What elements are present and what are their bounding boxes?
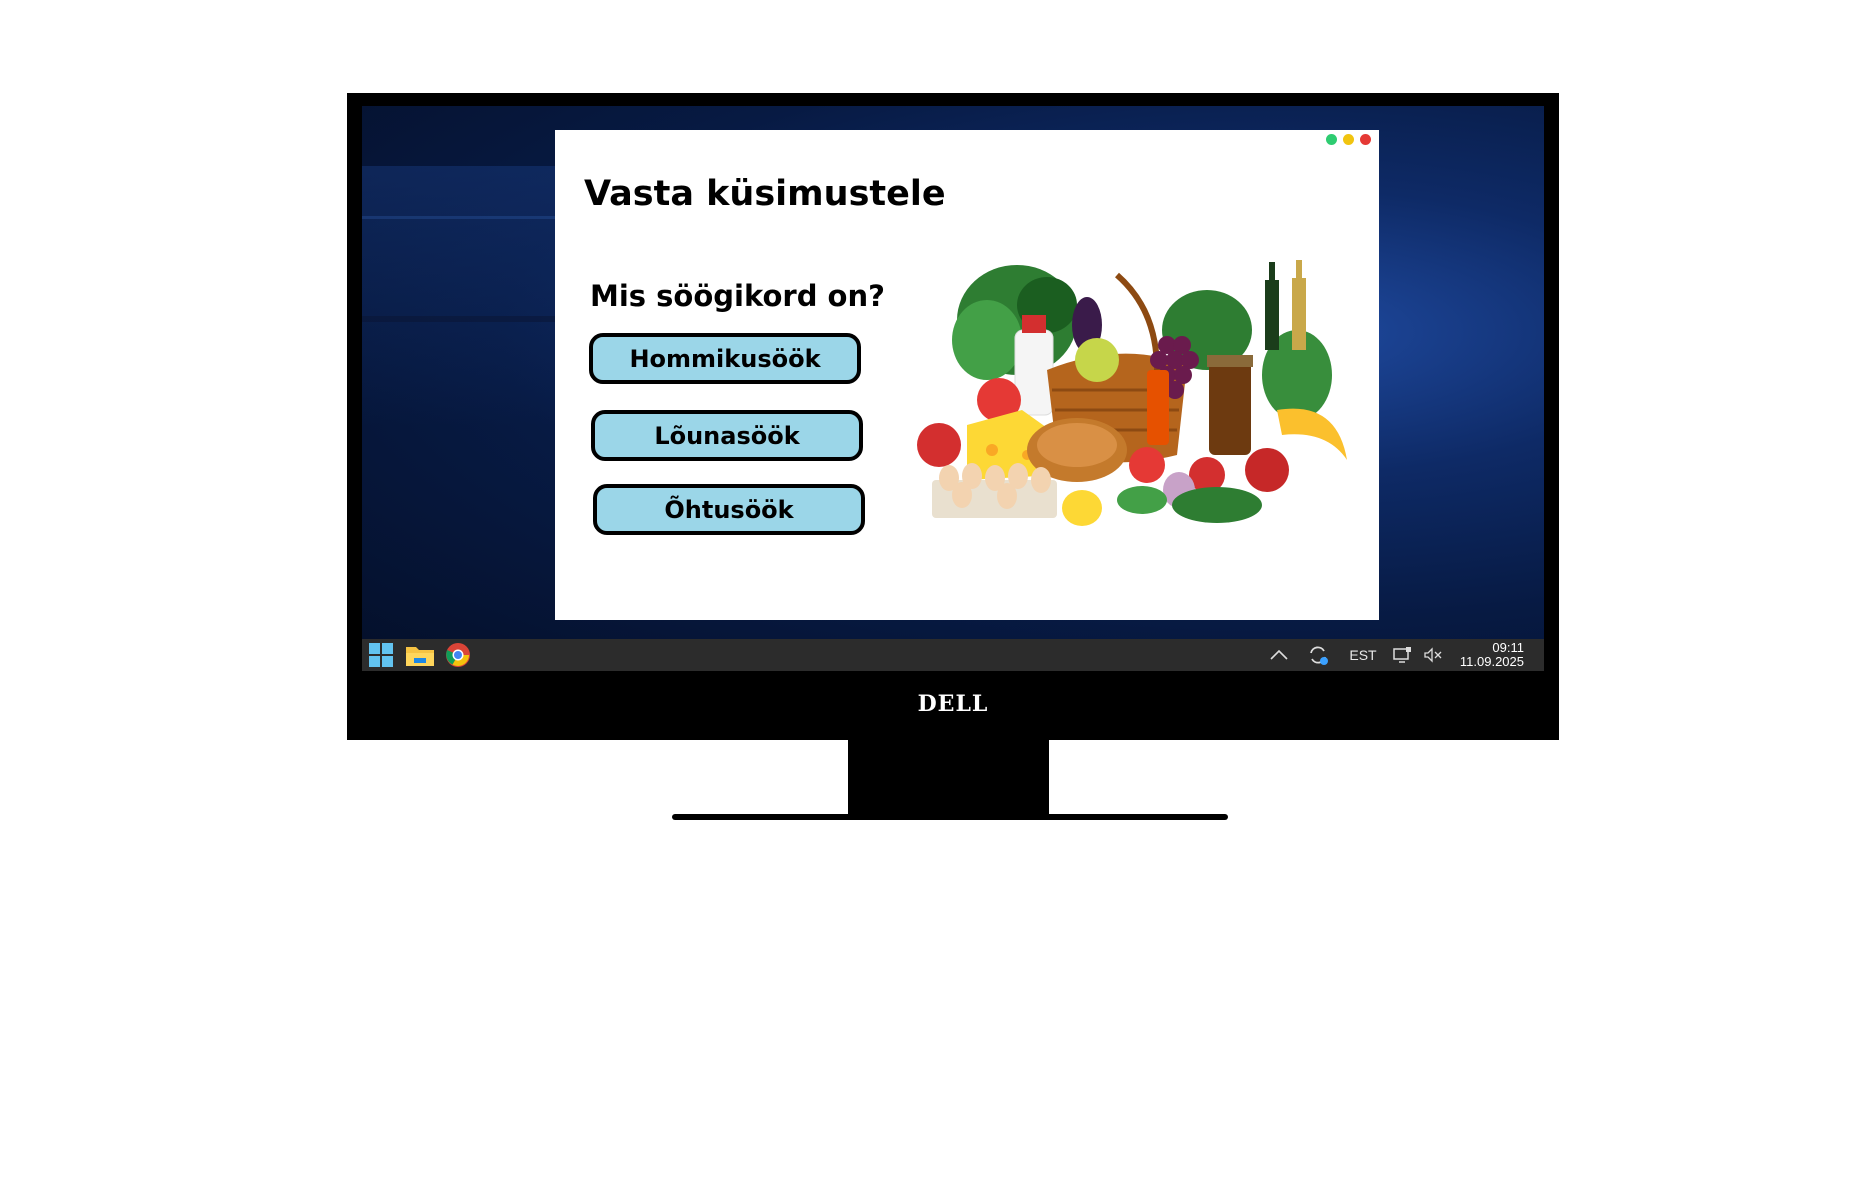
file-explorer-icon[interactable] <box>405 642 435 668</box>
sync-icon[interactable] <box>1304 639 1332 671</box>
grocery-basket-image <box>917 260 1347 526</box>
chevron-up-icon[interactable] <box>1265 639 1293 671</box>
taskbar: EST 09:11 11.09.2025 <box>362 639 1544 671</box>
clock-time: 09:11 <box>1492 640 1524 655</box>
close-button[interactable] <box>1360 134 1371 145</box>
answer-button-lunch[interactable]: Lõunasöök <box>591 410 863 461</box>
monitor-brand-logo: DELL <box>917 691 989 717</box>
answer-button-dinner[interactable]: Õhtusöök <box>593 484 865 535</box>
monitor: Vasta küsimustele Mis söögikord on? Homm… <box>347 93 1559 740</box>
wallpaper-ray <box>362 216 562 219</box>
volume-muted-icon[interactable] <box>1420 639 1446 671</box>
page-title: Vasta küsimustele <box>584 174 946 214</box>
answer-button-breakfast[interactable]: Hommikusöök <box>589 333 861 384</box>
windows-logo-icon[interactable] <box>366 642 396 668</box>
minimize-button[interactable] <box>1343 134 1354 145</box>
display-icon[interactable] <box>1388 639 1416 671</box>
clock-date: 11.09.2025 <box>1459 654 1524 669</box>
monitor-stand-base <box>672 814 1228 820</box>
maximize-button[interactable] <box>1326 134 1337 145</box>
window-controls <box>1326 134 1371 145</box>
desktop-screen: Vasta küsimustele Mis söögikord on? Homm… <box>362 106 1544 671</box>
monitor-stand-neck <box>848 740 1049 818</box>
wallpaper-ray <box>362 316 562 322</box>
question-text: Mis söögikord on? <box>590 279 885 313</box>
clock[interactable]: 09:11 11.09.2025 <box>1460 641 1524 669</box>
quiz-app-window: Vasta küsimustele Mis söögikord on? Homm… <box>555 130 1379 620</box>
chrome-icon[interactable] <box>443 642 473 668</box>
language-indicator[interactable]: EST <box>1342 639 1384 671</box>
